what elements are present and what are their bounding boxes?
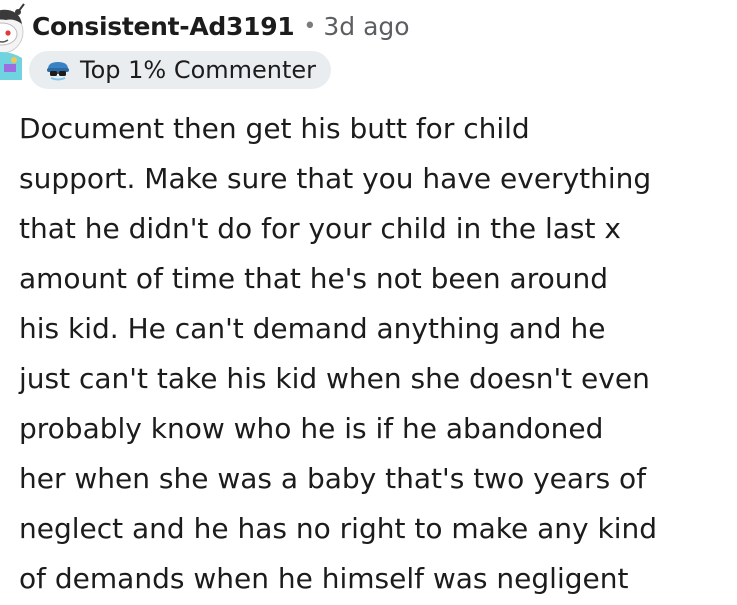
comment-body-line: Document then get his butt for child: [19, 112, 530, 145]
author-link[interactable]: Consistent-Ad3191: [32, 12, 295, 41]
meta-separator: •: [303, 13, 317, 39]
comment-body-line: neglect and he has no right to make any …: [19, 512, 658, 545]
comment-timestamp[interactable]: 3d ago: [323, 12, 409, 41]
comment-body-line: her when she was a baby that's two years…: [19, 462, 647, 495]
comment-body-line: probably know who he is if he abandoned: [19, 412, 604, 445]
comment: Consistent-Ad3191 • 3d ago Top 1% Commen…: [0, 0, 737, 605]
comment-body-line: his kid. He can't demand anything and he: [19, 312, 606, 345]
comment-meta: Consistent-Ad3191 • 3d ago: [32, 8, 410, 44]
comment-body-line: support. Make sure that you have everyth…: [19, 162, 652, 195]
comment-body-line: just can't take his kid when she doesn't…: [19, 362, 650, 395]
flair-label: Top 1% Commenter: [80, 56, 317, 84]
snoo-avatar-icon[interactable]: [0, 2, 28, 80]
comment-body: Document then get his butt for child sup…: [19, 104, 731, 604]
comment-body-line: that he didn't do for your child in the …: [19, 212, 621, 245]
comment-body-line: amount of time that he's not been around: [19, 262, 608, 295]
user-flair-badge: Top 1% Commenter: [29, 51, 332, 89]
comment-body-line: of demands when he himself was negligent: [19, 562, 629, 595]
commenter-badge-icon: [47, 62, 69, 81]
